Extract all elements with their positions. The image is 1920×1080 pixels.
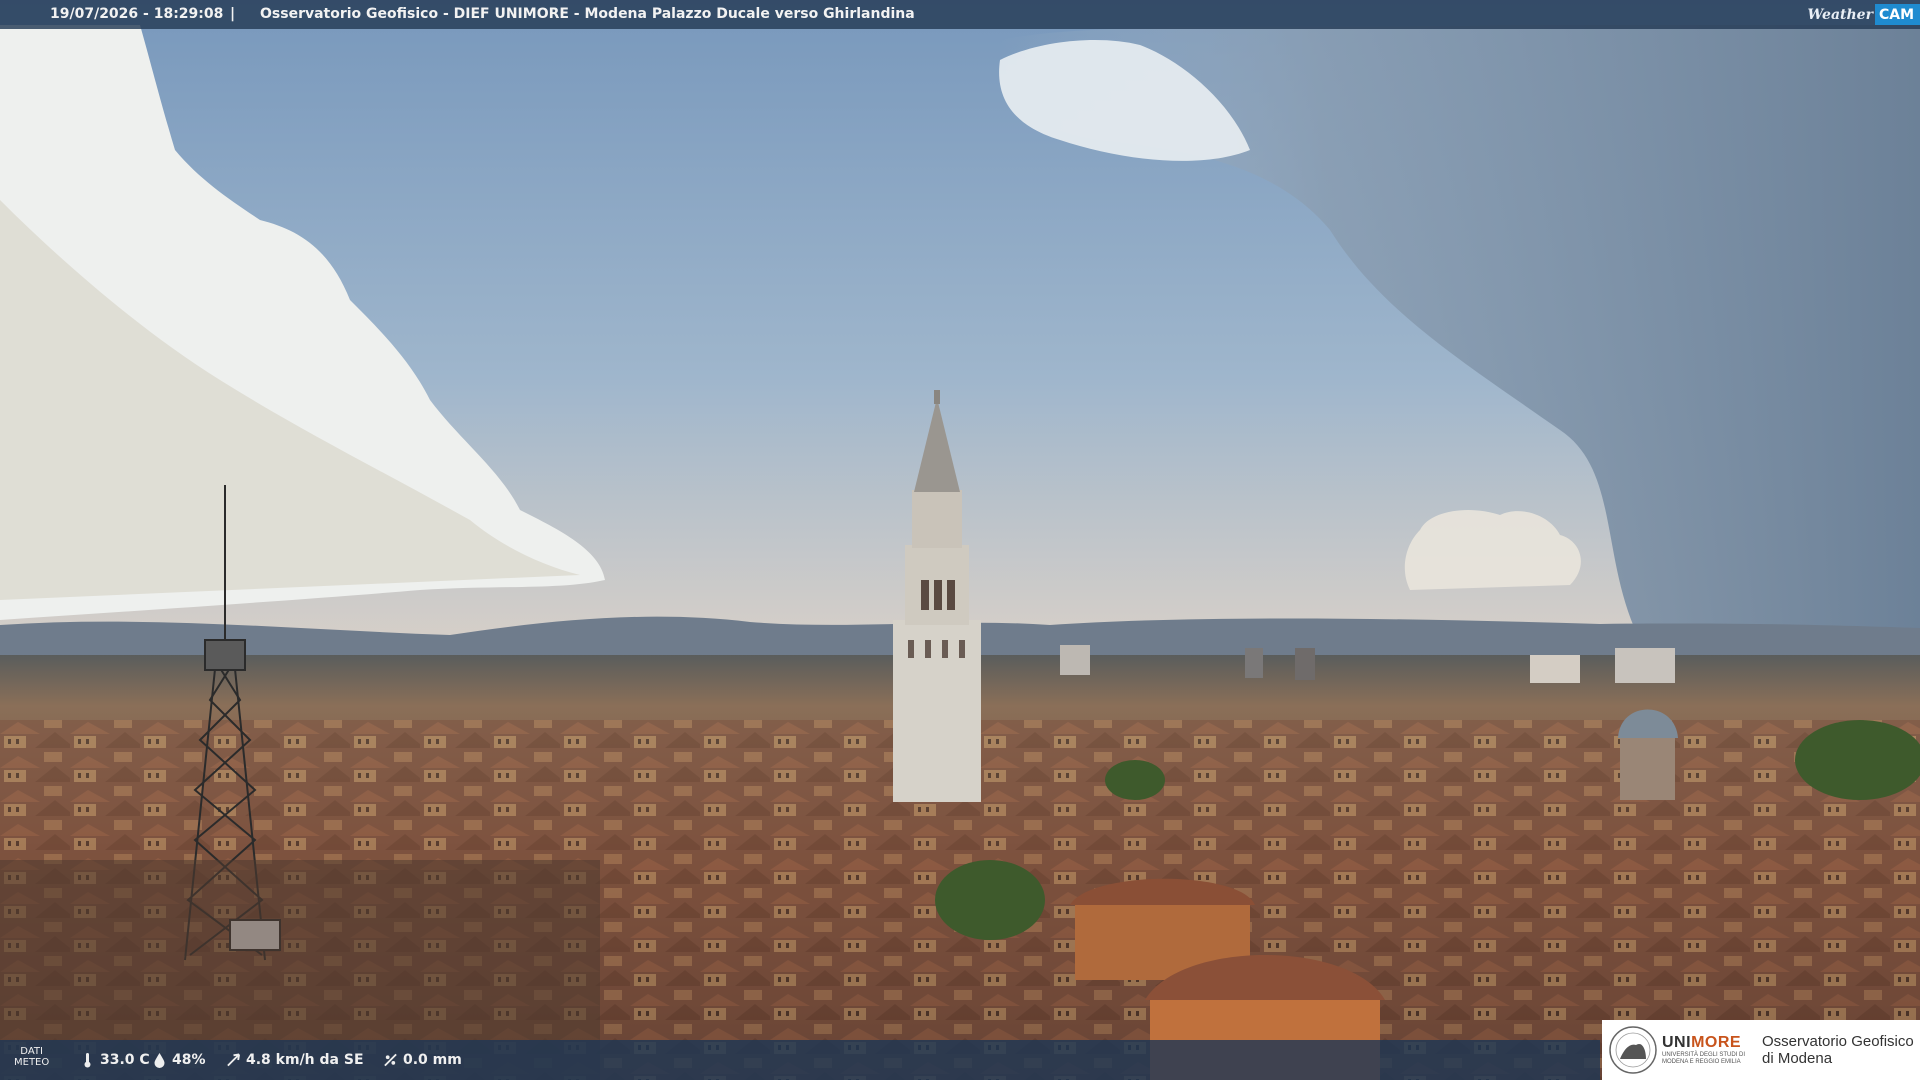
rain-value: 0.0 mm [403, 1052, 462, 1068]
meteo-data-bar: DATI METEO 33.0 C 48% 4.8 km/h da SE 0.0… [0, 1040, 1600, 1080]
unimore-name: UNIMORE [1662, 1034, 1742, 1051]
unimore-observatory-logo[interactable]: UNIMORE UNIVERSITÀ DEGLI STUDI DI MODENA… [1602, 1020, 1920, 1080]
meteo-label: DATI METEO [14, 1046, 49, 1068]
temperature-reading: 33.0 C [80, 1052, 150, 1068]
rain-reading: 0.0 mm [383, 1052, 462, 1068]
unimore-highlight: MORE [1691, 1034, 1742, 1051]
camera-title: Osservatorio Geofisico - DIEF UNIMORE - … [260, 6, 915, 22]
observatory-line2: di Modena [1762, 1050, 1833, 1067]
header-separator: | [230, 6, 236, 22]
temperature-value: 33.0 C [100, 1052, 150, 1068]
webcam-scene [0, 0, 1920, 1080]
camera-timestamp: 19/07/2026 - 18:29:08 [50, 6, 224, 22]
humidity-reading: 48% [152, 1052, 206, 1068]
humidity-value: 48% [172, 1052, 206, 1068]
unimore-subtitle-2: MODENA E REGGIO EMILIA [1662, 1059, 1741, 1065]
brand-weather-text: Weather [1807, 6, 1873, 23]
wind-value: 4.8 km/h da SE [246, 1052, 364, 1068]
wind-reading: 4.8 km/h da SE [226, 1052, 364, 1068]
thermometer-icon [84, 1053, 91, 1068]
wind-direction-icon [227, 1053, 241, 1067]
observatory-name: Osservatorio Geofisico di Modena [1762, 1033, 1914, 1067]
humidity-drop-icon [154, 1053, 165, 1068]
university-seal-icon [1609, 1026, 1657, 1074]
meteo-label-line1: DATI [20, 1046, 43, 1057]
weathercam-logo[interactable]: Weather CAM [1807, 0, 1920, 29]
rain-gauge-icon [384, 1053, 397, 1067]
unimore-subtitle-1: UNIVERSITÀ DEGLI STUDI DI [1662, 1052, 1746, 1058]
brand-cam-text: CAM [1874, 4, 1920, 25]
camera-header-bar: 19/07/2026 - 18:29:08 | Osservatorio Geo… [0, 0, 1920, 29]
unimore-text-block: UNIMORE UNIVERSITÀ DEGLI STUDI DI MODENA… [1662, 1034, 1752, 1066]
observatory-line1: Osservatorio Geofisico [1762, 1033, 1914, 1050]
meteo-label-line2: METEO [14, 1057, 50, 1068]
